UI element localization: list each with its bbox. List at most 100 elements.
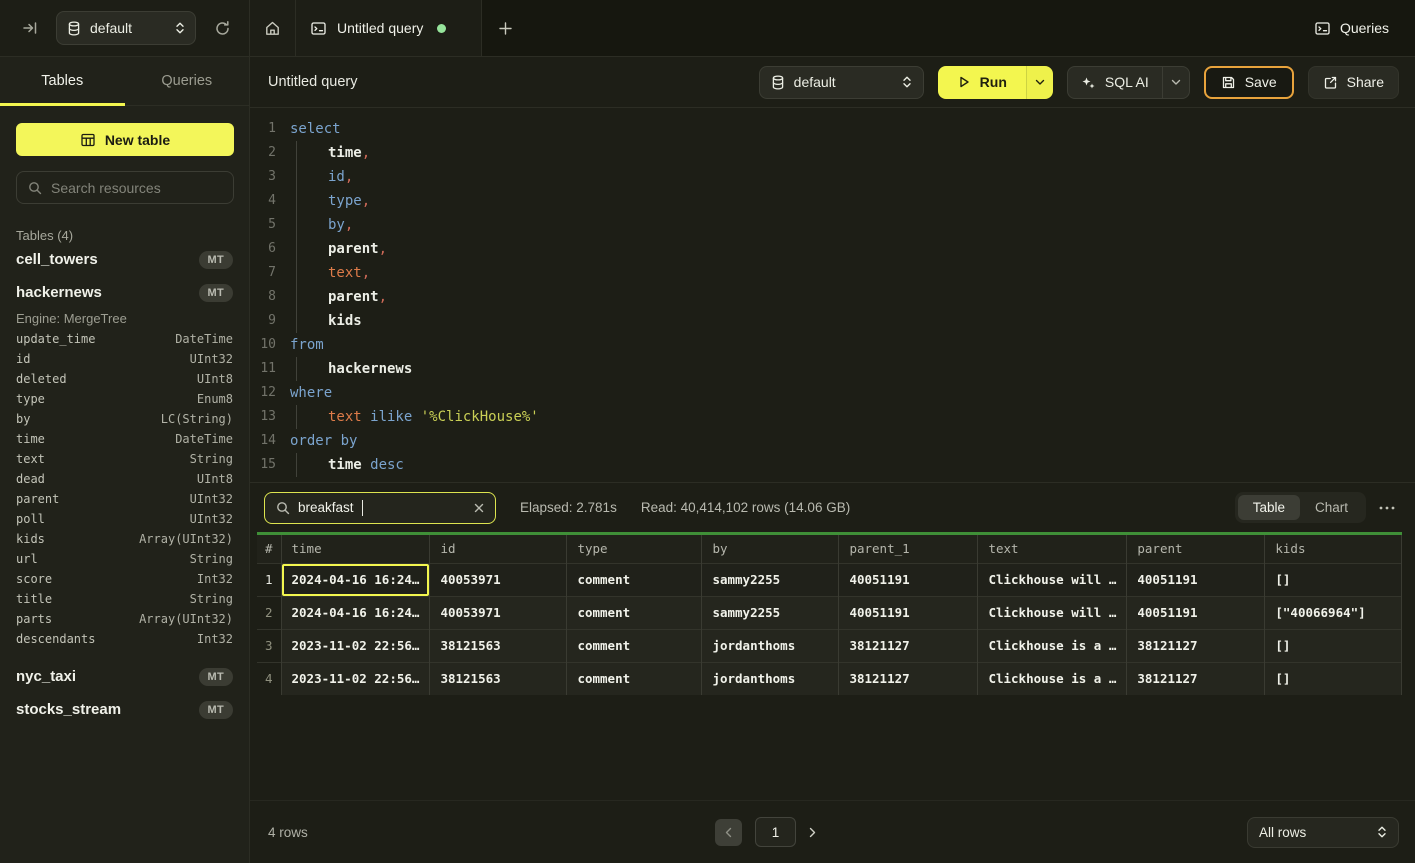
table-cell[interactable]: Clickhouse will … — [978, 563, 1127, 596]
editor-line[interactable]: 9kids — [250, 309, 1415, 333]
table-cell[interactable]: [] — [1265, 629, 1402, 662]
share-button[interactable]: Share — [1308, 66, 1399, 99]
topbar-database-selector[interactable]: default — [56, 11, 196, 45]
table-cell[interactable]: 40051191 — [839, 563, 978, 596]
table-cell[interactable]: [] — [1265, 662, 1402, 695]
sidebar-table-cell-towers[interactable]: cell_towers MT — [16, 243, 233, 276]
new-table-button[interactable]: New table — [16, 123, 234, 156]
sidebar-search[interactable] — [16, 171, 234, 204]
editor-line[interactable]: 4type, — [250, 189, 1415, 213]
table-cell[interactable]: 38121563 — [430, 662, 567, 695]
column-row[interactable]: update_timeDateTime — [16, 332, 233, 352]
editor-line[interactable]: 11hackernews — [250, 357, 1415, 381]
tab-untitled-query[interactable]: Untitled query — [296, 0, 482, 56]
editor-line[interactable]: 3id, — [250, 165, 1415, 189]
table-cell[interactable]: 40053971 — [430, 596, 567, 629]
table-cell[interactable]: Clickhouse is a … — [978, 629, 1127, 662]
table-cell[interactable]: sammy2255 — [702, 596, 839, 629]
column-header[interactable]: time — [281, 535, 430, 563]
table-cell[interactable]: [] — [1265, 563, 1402, 596]
column-row[interactable]: parentUInt32 — [16, 492, 233, 512]
editor-line[interactable]: 10from — [250, 333, 1415, 357]
column-header[interactable]: text — [978, 535, 1127, 563]
sql-ai-options-button[interactable] — [1162, 67, 1189, 98]
table-cell[interactable]: 38121563 — [430, 629, 567, 662]
editor-line[interactable]: 7text, — [250, 261, 1415, 285]
run-options-button[interactable] — [1026, 66, 1053, 99]
column-row[interactable]: pollUInt32 — [16, 512, 233, 532]
table-cell[interactable]: 2023-11-02 22:56… — [281, 629, 430, 662]
editor-line[interactable]: 15time desc — [250, 453, 1415, 477]
column-row[interactable]: scoreInt32 — [16, 572, 233, 592]
column-header[interactable]: by — [702, 535, 839, 563]
table-cell[interactable]: comment — [567, 596, 702, 629]
refresh-button[interactable] — [210, 16, 235, 41]
editor-line[interactable]: 5by, — [250, 213, 1415, 237]
column-row[interactable]: titleString — [16, 592, 233, 612]
editor-line[interactable]: 6parent, — [250, 237, 1415, 261]
column-header[interactable]: parent_1 — [839, 535, 978, 563]
page-size-selector[interactable]: All rows — [1247, 817, 1399, 848]
table-cell[interactable]: jordanthoms — [702, 662, 839, 695]
editor-line[interactable]: 12where — [250, 381, 1415, 405]
editor-line[interactable]: 2time, — [250, 141, 1415, 165]
table-cell[interactable]: Clickhouse is a … — [978, 662, 1127, 695]
table-cell[interactable]: comment — [567, 662, 702, 695]
column-row[interactable]: descendantsInt32 — [16, 632, 233, 652]
table-cell[interactable]: 40051191 — [839, 596, 978, 629]
column-row[interactable]: kidsArray(UInt32) — [16, 532, 233, 552]
table-cell[interactable]: comment — [567, 629, 702, 662]
queries-button[interactable]: Queries — [1288, 0, 1415, 56]
view-toggle-chart[interactable]: Chart — [1300, 495, 1363, 520]
view-toggle-table[interactable]: Table — [1238, 495, 1300, 520]
results-search[interactable]: breakfast — [264, 492, 496, 524]
save-button[interactable]: Save — [1204, 66, 1294, 99]
sidebar-search-input[interactable] — [51, 180, 222, 196]
column-header[interactable]: parent — [1127, 535, 1265, 563]
toolbar-database-selector[interactable]: default — [759, 66, 924, 99]
table-cell[interactable]: Clickhouse will … — [978, 596, 1127, 629]
column-row[interactable]: partsArray(UInt32) — [16, 612, 233, 632]
editor-line[interactable]: 13text ilike '%ClickHouse%' — [250, 405, 1415, 429]
column-header[interactable]: id — [430, 535, 567, 563]
sidebar-table-nyc-taxi[interactable]: nyc_taxi MT — [16, 660, 233, 693]
column-row[interactable]: textString — [16, 452, 233, 472]
collapse-sidebar-button[interactable] — [18, 16, 42, 40]
table-cell[interactable]: 38121127 — [1127, 629, 1265, 662]
table-cell[interactable]: 40053971 — [430, 563, 567, 596]
sidebar-table-stocks-stream[interactable]: stocks_stream MT — [16, 693, 233, 726]
column-header[interactable]: type — [567, 535, 702, 563]
table-cell[interactable]: 2024-04-16 16:24… — [281, 563, 430, 596]
table-cell[interactable]: jordanthoms — [702, 629, 839, 662]
table-cell[interactable]: 2023-11-02 22:56… — [281, 662, 430, 695]
table-cell[interactable]: 38121127 — [839, 662, 978, 695]
editor-line[interactable]: 1select — [250, 117, 1415, 141]
column-row[interactable]: urlString — [16, 552, 233, 572]
sidebar-tab-queries[interactable]: Queries — [125, 57, 250, 105]
sidebar-tab-tables[interactable]: Tables — [0, 57, 125, 105]
prev-page-button[interactable] — [715, 819, 742, 846]
column-row[interactable]: timeDateTime — [16, 432, 233, 452]
editor-line[interactable]: 14order by — [250, 429, 1415, 453]
home-button[interactable] — [250, 0, 296, 56]
table-cell[interactable]: comment — [567, 563, 702, 596]
column-row[interactable]: deletedUInt8 — [16, 372, 233, 392]
column-row[interactable]: idUInt32 — [16, 352, 233, 372]
column-row[interactable]: deadUInt8 — [16, 472, 233, 492]
table-cell[interactable]: 38121127 — [1127, 662, 1265, 695]
column-header[interactable]: # — [257, 535, 281, 563]
current-page[interactable]: 1 — [755, 817, 796, 847]
table-cell[interactable]: ["40066964"] — [1265, 596, 1402, 629]
table-cell[interactable]: 40051191 — [1127, 563, 1265, 596]
sidebar-table-hackernews[interactable]: hackernews MT — [16, 276, 233, 309]
column-row[interactable]: byLC(String) — [16, 412, 233, 432]
table-cell[interactable]: 38121127 — [839, 629, 978, 662]
run-button[interactable]: Run — [938, 66, 1026, 99]
table-cell[interactable]: sammy2255 — [702, 563, 839, 596]
results-more-button[interactable] — [1379, 506, 1395, 510]
table-cell[interactable]: 2024-04-16 16:24… — [281, 596, 430, 629]
clear-search-button[interactable] — [474, 503, 484, 513]
new-tab-button[interactable] — [482, 0, 528, 56]
table-cell[interactable]: 40051191 — [1127, 596, 1265, 629]
sql-editor[interactable]: 1select2time,3id,4type,5by,6parent,7text… — [250, 108, 1415, 482]
